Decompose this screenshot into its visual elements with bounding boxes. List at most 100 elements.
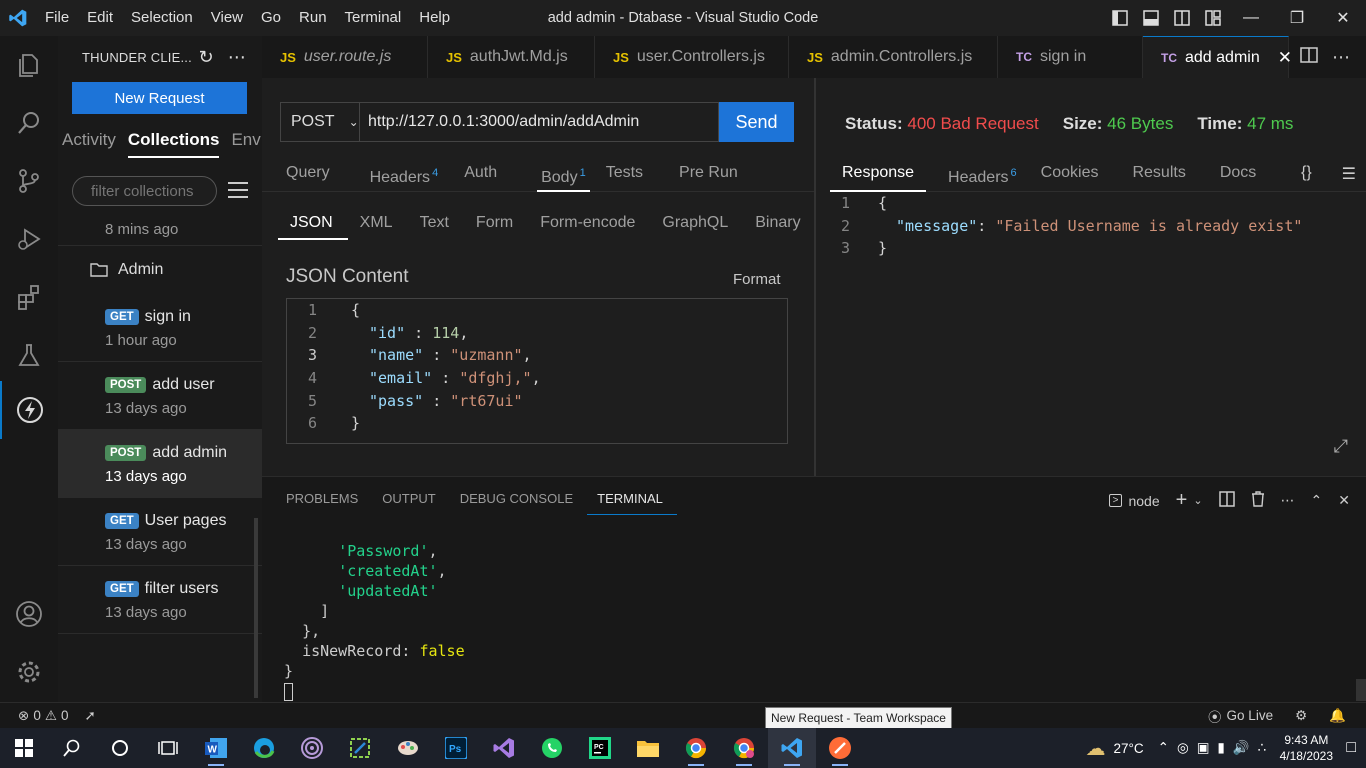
body-tab-json[interactable]: JSON	[278, 214, 348, 240]
filter-collections-input[interactable]	[72, 176, 217, 206]
menu-terminal[interactable]: Terminal	[336, 0, 411, 36]
tab-response-headers[interactable]: Headers 6	[926, 160, 1029, 192]
chevron-down-icon[interactable]: ⌄	[1193, 494, 1202, 507]
toggle-panel-icon[interactable]	[1135, 0, 1166, 36]
customize-layout-icon[interactable]	[1197, 0, 1228, 36]
expand-icon[interactable]: ⤢	[1334, 436, 1348, 457]
more-actions-icon[interactable]: ⋯	[228, 47, 246, 68]
tab-output[interactable]: OUTPUT	[372, 485, 449, 515]
search-icon[interactable]	[0, 94, 58, 152]
request-item-user-pages[interactable]: GET User pages 13 days ago	[58, 498, 262, 566]
braces-icon[interactable]: {}	[1301, 164, 1312, 184]
tab-terminal[interactable]: TERMINAL	[587, 485, 677, 515]
restore-icon[interactable]: ❐	[1274, 0, 1320, 36]
terminal-output[interactable]: 'Password', 'createdAt', 'updatedAt' ] }…	[262, 541, 1352, 701]
tab-cookies[interactable]: Cookies	[1029, 160, 1111, 192]
tab-sign-in[interactable]: TC sign in	[998, 36, 1143, 78]
tab-user-route[interactable]: JS user.route.js	[262, 36, 428, 78]
tray-app-icon[interactable]: ◎	[1177, 740, 1189, 756]
maximize-panel-icon[interactable]: ⌃	[1311, 492, 1323, 509]
body-tab-binary[interactable]: Binary	[743, 214, 815, 240]
tab-debug-console[interactable]: DEBUG CONSOLE	[450, 485, 587, 515]
tab-headers[interactable]: Headers 4	[342, 160, 451, 192]
tab-results[interactable]: Results	[1110, 160, 1197, 192]
terminal-shell-select[interactable]: > node	[1108, 493, 1160, 509]
notification-center-icon[interactable]: □	[1346, 739, 1356, 757]
menu-run[interactable]: Run	[290, 0, 336, 36]
source-control-icon[interactable]	[0, 152, 58, 210]
remote-broadcast-icon[interactable]: ➚	[84, 708, 95, 724]
chevron-up-icon[interactable]: ⌃	[1158, 740, 1169, 756]
tab-authjwt[interactable]: JS authJwt.Md.js	[428, 36, 595, 78]
menu-edit[interactable]: Edit	[78, 0, 122, 36]
menu-file[interactable]: File	[36, 0, 78, 36]
request-item-sign-in[interactable]: GET sign in 1 hour ago	[58, 294, 262, 362]
url-input[interactable]	[359, 102, 719, 142]
method-select[interactable]: POST ⌄	[280, 102, 359, 142]
tab-admin-controllers[interactable]: JS admin.Controllers.js	[789, 36, 998, 78]
split-terminal-icon[interactable]	[1218, 491, 1235, 510]
file-explorer-icon[interactable]	[624, 728, 672, 768]
thunder-client-icon[interactable]	[0, 381, 58, 439]
request-item-add-user[interactable]: POST add user 13 days ago	[58, 362, 262, 430]
more-actions-icon[interactable]: ⋯	[1281, 492, 1295, 509]
cortana-icon[interactable]	[96, 728, 144, 768]
paint-app-icon[interactable]	[384, 728, 432, 768]
close-tab-icon[interactable]: ✕	[1278, 48, 1292, 68]
chrome-profile-icon[interactable]	[720, 728, 768, 768]
body-tab-graphql[interactable]: GraphQL	[650, 214, 743, 240]
close-panel-icon[interactable]: ✕	[1338, 492, 1350, 509]
battery-icon[interactable]: ▮	[1217, 740, 1224, 756]
edge-browser-icon[interactable]	[240, 728, 288, 768]
problems-status[interactable]: ⊗ 0 ⚠ 0	[18, 708, 68, 724]
request-item-add-admin[interactable]: POST add admin 13 days ago	[58, 430, 262, 498]
format-button[interactable]: Format	[733, 271, 781, 288]
notifications-bell-icon[interactable]: 🔔	[1329, 708, 1346, 724]
body-tab-form-encode[interactable]: Form-encode	[528, 214, 650, 240]
new-request-button[interactable]: New Request	[72, 82, 247, 114]
weather-cloud-icon[interactable]: ☁	[1085, 736, 1105, 761]
run-debug-icon[interactable]	[0, 210, 58, 268]
tab-problems[interactable]: PROBLEMS	[276, 485, 372, 515]
pycharm-icon[interactable]: PC	[576, 728, 624, 768]
tab-docs[interactable]: Docs	[1198, 160, 1268, 192]
tab-add-admin[interactable]: TC add admin ✕	[1143, 36, 1292, 78]
word-app-icon[interactable]: W	[192, 728, 240, 768]
chrome-browser-icon[interactable]	[672, 728, 720, 768]
photoshop-icon[interactable]: Ps	[432, 728, 480, 768]
testing-flask-icon[interactable]	[0, 326, 58, 384]
tab-body[interactable]: Body 1	[537, 160, 590, 192]
start-windows-icon[interactable]	[0, 728, 48, 768]
close-window-icon[interactable]: ✕	[1320, 0, 1366, 36]
menu-selection[interactable]: Selection	[122, 0, 202, 36]
body-tab-form[interactable]: Form	[464, 214, 528, 240]
settings-gear-icon[interactable]	[0, 643, 58, 701]
sidebar-scrollbar[interactable]	[254, 518, 258, 698]
visual-studio-icon[interactable]	[480, 728, 528, 768]
folder-admin[interactable]: Admin	[58, 246, 262, 294]
task-view-icon[interactable]	[144, 728, 192, 768]
body-tab-xml[interactable]: XML	[348, 214, 408, 240]
request-item-filter-users[interactable]: GET filter users 13 days ago	[58, 566, 262, 634]
temperature[interactable]: 27°C	[1113, 741, 1143, 756]
explorer-icon[interactable]	[0, 36, 58, 94]
tab-tests[interactable]: Tests	[590, 160, 655, 192]
postman-icon[interactable]	[816, 728, 864, 768]
toggle-secondary-sidebar-icon[interactable]	[1166, 0, 1197, 36]
go-live-button[interactable]: ⦿ Go Live	[1208, 706, 1273, 726]
menu-icon[interactable]: ☰	[1342, 164, 1356, 184]
extensions-icon[interactable]	[0, 268, 58, 326]
new-terminal-icon[interactable]: +	[1176, 489, 1188, 512]
tab-response[interactable]: Response	[830, 160, 927, 192]
taskbar-search-icon[interactable]	[48, 728, 96, 768]
more-actions-icon[interactable]: ⋯	[1332, 47, 1350, 68]
send-button[interactable]: Send	[719, 102, 794, 142]
camera-icon[interactable]: ▣	[1197, 740, 1210, 756]
tab-collections[interactable]: Collections	[127, 130, 220, 158]
snipping-tool-icon[interactable]	[336, 728, 384, 768]
app-icon-purple[interactable]	[288, 728, 336, 768]
clock[interactable]: 9:43 AM 4/18/2023	[1274, 732, 1338, 764]
tab-activity[interactable]: Activity	[62, 130, 116, 158]
tab-pre-run[interactable]: Pre Run	[655, 160, 750, 192]
vscode-taskbar-icon[interactable]	[768, 728, 816, 768]
